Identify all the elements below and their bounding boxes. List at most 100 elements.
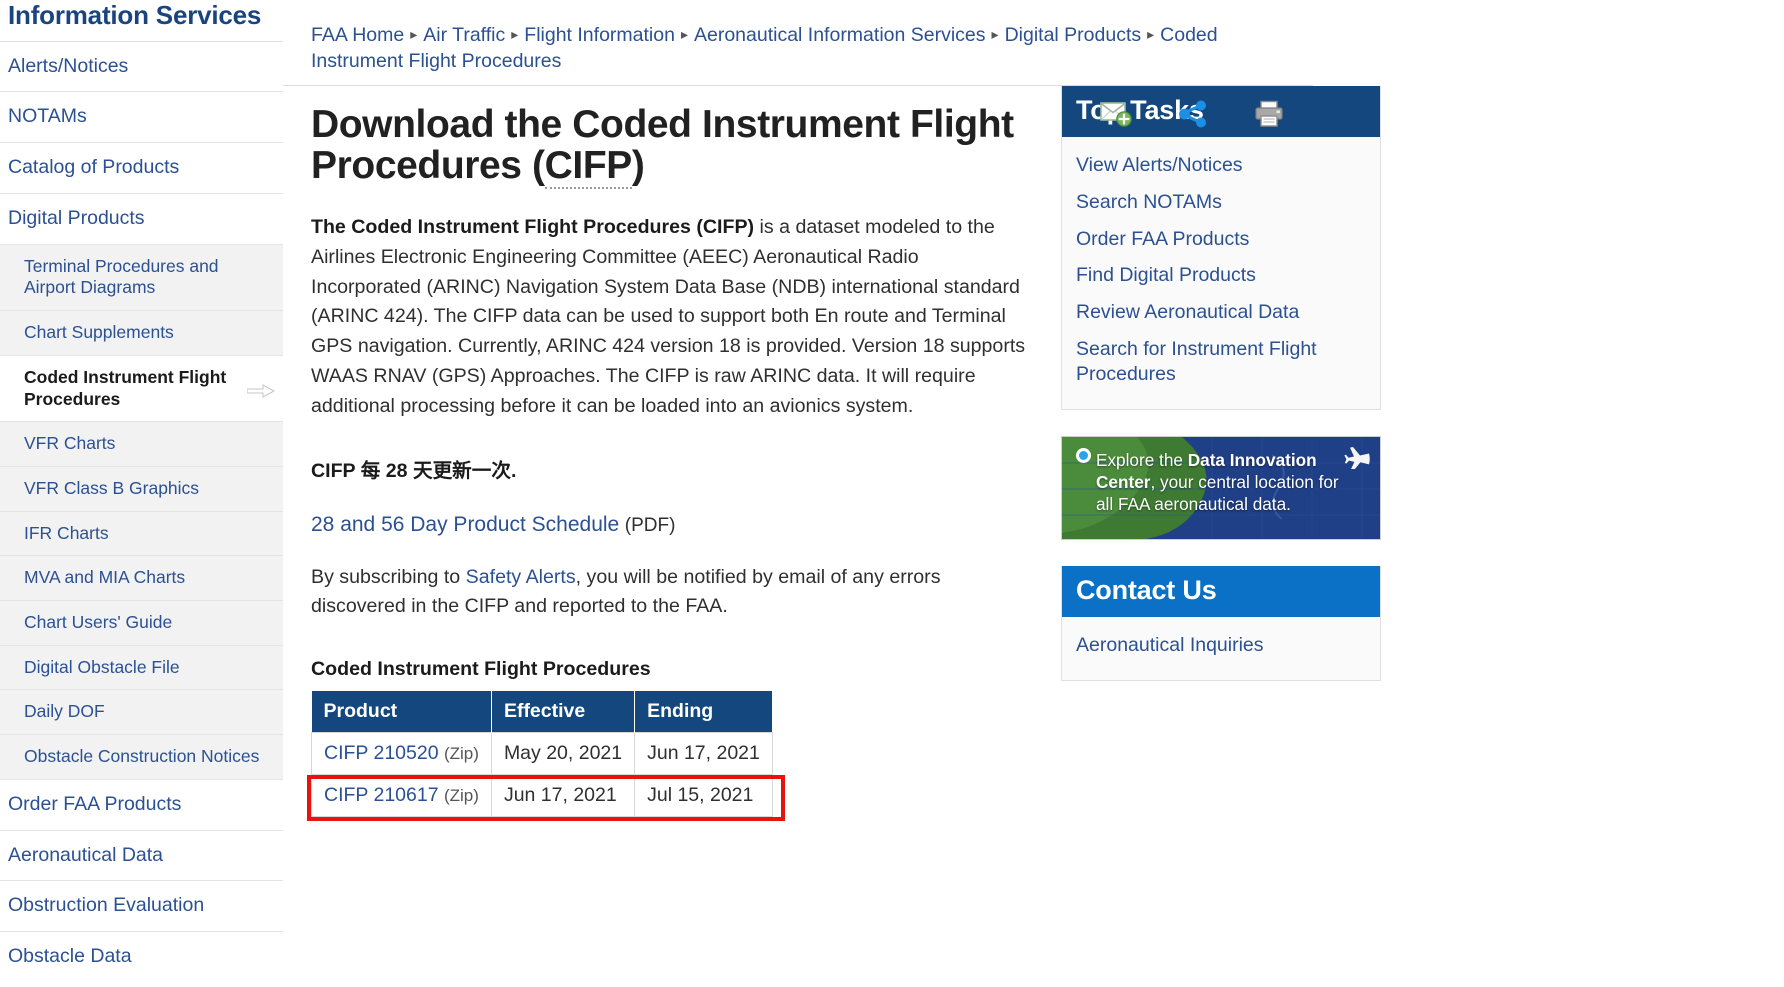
sidebar-item-order-faa-products[interactable]: Order FAA Products	[0, 778, 283, 830]
cell-product: CIFP 210617 (Zip)	[311, 774, 492, 818]
sidebar-item-digital-products[interactable]: Digital Products	[0, 193, 283, 244]
top-task-search-notams[interactable]: Search NOTAMs	[1076, 184, 1366, 221]
product-schedule-line: 28 and 56 Day Product Schedule (PDF)	[311, 513, 1033, 537]
sidebar-item-mva-mia-charts[interactable]: MVA and MIA Charts	[0, 555, 283, 600]
top-task-order-faa-products[interactable]: Order FAA Products	[1076, 221, 1366, 258]
sidebar-item-obstacle-data[interactable]: Obstacle Data	[0, 931, 283, 982]
arrow-right-icon	[246, 382, 276, 398]
breadcrumb-link-faa-home[interactable]: FAA Home	[311, 24, 404, 46]
sidebar-item-alerts-notices[interactable]: Alerts/Notices	[0, 40, 283, 92]
safety-alerts-paragraph: By subscribing to Safety Alerts, you wil…	[311, 563, 1033, 623]
sidebar-item-label: Chart Users' Guide	[24, 611, 173, 632]
sidebar-item-label: Daily DOF	[24, 701, 105, 722]
breadcrumb-link-air-traffic[interactable]: Air Traffic	[423, 24, 505, 46]
breadcrumb-separator-icon: ▸	[991, 26, 999, 42]
safety-alerts-link[interactable]: Safety Alerts	[466, 566, 576, 588]
pdf-format-label: (PDF)	[624, 514, 676, 536]
sidebar-item-obstacle-construction-notices[interactable]: Obstacle Construction Notices	[0, 734, 283, 779]
cifp-abbreviation: CIFP	[544, 144, 632, 190]
sidebar-item-chart-supplements[interactable]: Chart Supplements	[0, 310, 283, 355]
sidebar-item-catalog-of-products[interactable]: Catalog of Products	[0, 142, 283, 193]
top-task-find-digital-products[interactable]: Find Digital Products	[1076, 257, 1366, 294]
sidebar-item-label: Aeronautical Data	[8, 843, 164, 866]
contact-us-links: Aeronautical Inquiries	[1062, 617, 1380, 680]
sidebar-item-terminal-procedures[interactable]: Terminal Procedures and Airport Diagrams	[0, 243, 283, 310]
breadcrumb-separator-icon: ▸	[511, 26, 519, 42]
main-content: FAA Home ▸ Air Traffic ▸ Flight Information ▸…	[283, 0, 1784, 987]
sidebar-item-coded-instrument-flight-procedures[interactable]: Coded Instrument Flight Procedures	[0, 354, 283, 422]
zip-format-label: (Zip)	[443, 744, 479, 764]
contact-us-panel: Contact Us Aeronautical Inquiries	[1061, 566, 1381, 682]
page-title-line1: Download the Coded Instrument Flight	[311, 102, 1014, 146]
cifp-download-link[interactable]: CIFP 210520	[324, 742, 439, 764]
sidebar-item-vfr-charts[interactable]: VFR Charts	[0, 421, 283, 466]
table-header-row: Product Effective Ending	[311, 691, 773, 733]
update-frequency-note: CIFP 每 28 天更新一次.	[311, 459, 517, 482]
article-column: Download the Coded Instrument Flight Pro…	[307, 86, 1053, 822]
sidebar-navigation: Information Services Alerts/Notices NOTA…	[0, 0, 283, 987]
top-task-review-aeronautical-data[interactable]: Review Aeronautical Data	[1076, 294, 1366, 331]
faa-cifp-page: Information Services Alerts/Notices NOTA…	[0, 0, 1784, 987]
intro-paragraph: The Coded Instrument Flight Procedures (…	[311, 213, 1033, 421]
sidebar-item-obstruction-evaluation[interactable]: Obstruction Evaluation	[0, 880, 283, 931]
sidebar-item-label: Alerts/Notices	[8, 54, 129, 77]
top-task-view-alerts-notices[interactable]: View Alerts/Notices	[1076, 147, 1366, 184]
breadcrumb-link-digital-products[interactable]: Digital Products	[1005, 24, 1142, 46]
sidebar-subgroup-digital-products: Terminal Procedures and Airport Diagrams…	[0, 243, 283, 779]
sidebar-item-label: IFR Charts	[24, 522, 109, 543]
subscribe-text-pre: By subscribing to	[311, 565, 466, 588]
sidebar-item-daily-dof[interactable]: Daily DOF	[0, 689, 283, 734]
sidebar-item-label: Digital Obstacle File	[24, 656, 180, 677]
print-icon[interactable]	[1254, 100, 1284, 128]
sidebar-item-label: MVA and MIA Charts	[24, 567, 186, 588]
sidebar-item-notams[interactable]: NOTAMs	[0, 91, 283, 142]
top-task-search-instrument-flight-procedures[interactable]: Search for Instrument Flight Procedures	[1076, 331, 1366, 393]
page-title-line2-post: )	[631, 144, 645, 188]
breadcrumb-link-flight-information[interactable]: Flight Information	[524, 24, 675, 46]
sidebar-item-label: Digital Products	[8, 207, 145, 230]
sidebar-item-label: NOTAMs	[8, 105, 87, 128]
sidebar-item-digital-obstacle-file[interactable]: Digital Obstacle File	[0, 644, 283, 690]
sidebar-item-ifr-charts[interactable]: IFR Charts	[0, 510, 283, 556]
share-icon[interactable]	[1178, 100, 1208, 128]
data-innovation-center-banner[interactable]: Explore the Data Innovation Center, your…	[1061, 436, 1381, 541]
promo-text: Explore the Data Innovation Center, your…	[1062, 437, 1380, 515]
page-title-line2-pre: Procedures (	[311, 144, 545, 188]
cifp-download-link[interactable]: CIFP 210617	[324, 784, 439, 806]
breadcrumb-separator-icon: ▸	[1147, 26, 1155, 42]
breadcrumb-link-aeronautical-information-services[interactable]: Aeronautical Information Services	[694, 24, 986, 46]
contact-us-heading: Contact Us	[1062, 566, 1380, 618]
sidebar-item-label: Obstacle Construction Notices	[24, 746, 260, 767]
page-action-icons	[1100, 100, 1284, 128]
cell-ending: Jun 17, 2021	[634, 732, 773, 776]
sidebar-item-aeronautical-data[interactable]: Aeronautical Data	[0, 829, 283, 881]
breadcrumb: FAA Home ▸ Air Traffic ▸ Flight Information ▸…	[283, 0, 1313, 86]
breadcrumb-separator-icon: ▸	[680, 26, 688, 42]
sidebar-item-label: Chart Supplements	[24, 322, 174, 343]
column-header-ending: Ending	[634, 691, 773, 733]
cell-effective: May 20, 2021	[490, 732, 636, 776]
content-columns: Download the Coded Instrument Flight Pro…	[283, 85, 1784, 822]
breadcrumb-separator-icon: ▸	[410, 26, 418, 42]
contact-link-aeronautical-inquiries[interactable]: Aeronautical Inquiries	[1076, 627, 1366, 664]
email-subscribe-icon[interactable]	[1100, 101, 1132, 127]
sidebar-item-label: Obstruction Evaluation	[8, 894, 205, 917]
page-title: Download the Coded Instrument Flight Pro…	[311, 102, 1031, 190]
sidebar-title: Information Services	[8, 0, 262, 30]
sidebar-item-chart-users-guide[interactable]: Chart Users' Guide	[0, 599, 283, 645]
intro-body-text: is a dataset modeled to the Airlines Ele…	[311, 216, 1026, 417]
top-tasks-links: View Alerts/Notices Search NOTAMs Order …	[1062, 137, 1380, 410]
intro-bold-lead: The Coded Instrument Flight Procedures (…	[311, 216, 755, 239]
sidebar-item-label: Catalog of Products	[8, 156, 180, 179]
sidebar-item-label: Coded Instrument Flight Procedures	[24, 366, 227, 409]
table-caption: Coded Instrument Flight Procedures	[311, 658, 651, 681]
promo-text-pre: Explore the	[1096, 450, 1188, 471]
sidebar-item-label: VFR Charts	[24, 433, 116, 454]
top-tasks-panel: Top Tasks View Alerts/Notices Search NOT…	[1061, 85, 1381, 411]
sidebar-item-label: VFR Class B Graphics	[24, 477, 200, 498]
cell-effective: Jun 17, 2021	[490, 774, 636, 818]
sidebar-item-vfr-class-b-graphics[interactable]: VFR Class B Graphics	[0, 465, 283, 511]
product-schedule-link[interactable]: 28 and 56 Day Product Schedule	[311, 513, 619, 536]
cell-ending: Jul 15, 2021	[634, 774, 773, 818]
cifp-products-table: Product Effective Ending CIFP 210520 (Zi…	[311, 691, 773, 818]
